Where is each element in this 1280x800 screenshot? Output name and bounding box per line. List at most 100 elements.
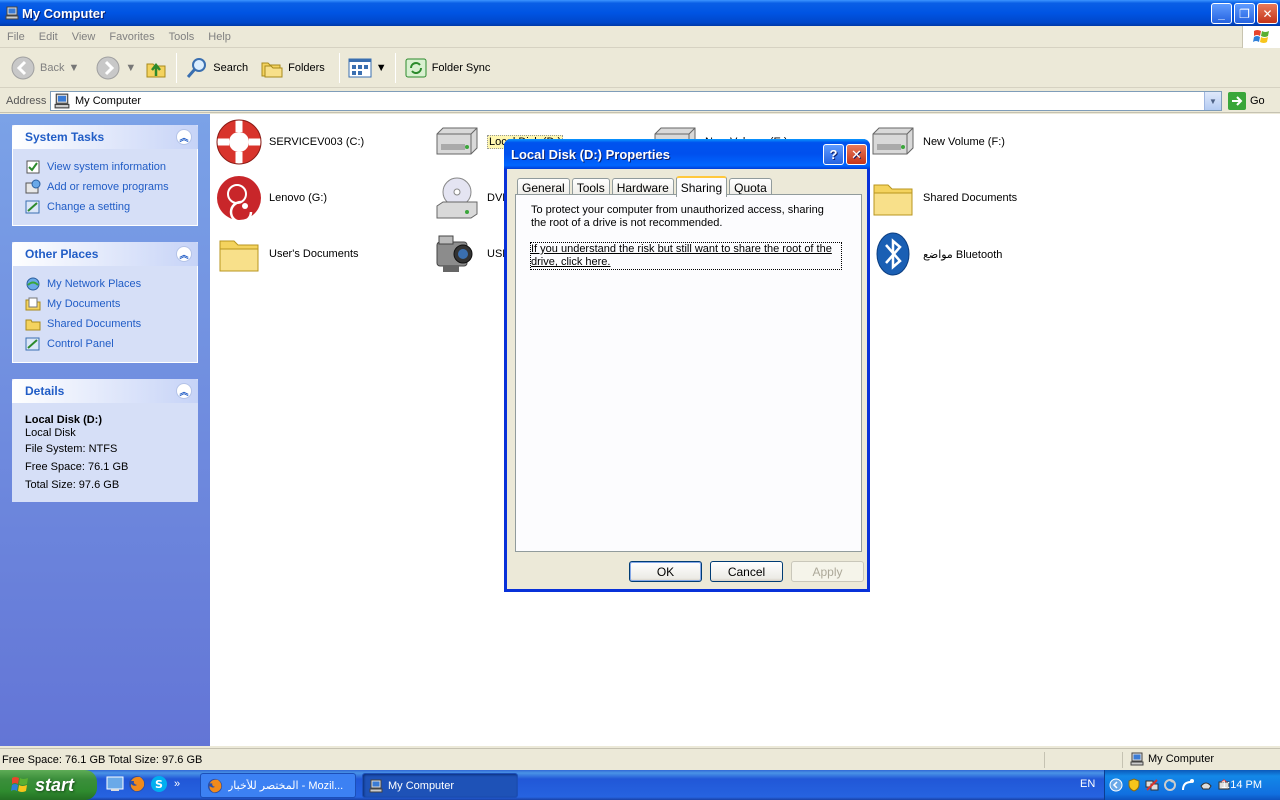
details-panel: Details ︽ Local Disk (D:) Local Disk Fil… bbox=[12, 379, 198, 502]
close-button[interactable]: ✕ bbox=[1257, 3, 1278, 24]
forward-dropdown-icon[interactable]: ▼ bbox=[125, 62, 136, 74]
back-label: Back bbox=[40, 61, 65, 74]
menu-edit[interactable]: Edit bbox=[32, 31, 65, 43]
hard-drive-icon bbox=[872, 127, 914, 155]
other-places-header[interactable]: Other Places ︽ bbox=[12, 242, 198, 266]
menu-tools[interactable]: Tools bbox=[162, 31, 202, 43]
my-computer-icon bbox=[369, 779, 383, 792]
satellite-icon[interactable] bbox=[1181, 778, 1195, 792]
menu-help[interactable]: Help bbox=[201, 31, 238, 43]
taskbar-task-firefox[interactable]: المختصر للأخبار - Mozil... bbox=[200, 773, 356, 798]
place-my-network-places[interactable]: My Network Places bbox=[25, 274, 185, 294]
language-indicator[interactable]: EN bbox=[1080, 778, 1095, 790]
tab-sharing[interactable]: Sharing bbox=[675, 176, 728, 197]
ok-button[interactable]: OK bbox=[629, 561, 702, 582]
window-title: My Computer bbox=[22, 5, 106, 21]
collapse-chevron-icon[interactable]: ︽ bbox=[176, 129, 192, 145]
search-icon bbox=[187, 57, 207, 78]
search-button[interactable]: Search bbox=[181, 51, 252, 85]
drive-item-f[interactable]: New Volume (F:) bbox=[868, 117, 1005, 167]
bluetooth-item[interactable]: مواضع Bluetooth bbox=[868, 229, 1002, 279]
back-dropdown-icon[interactable]: ▼ bbox=[68, 62, 79, 74]
folder-item-shared-documents[interactable]: Shared Documents bbox=[868, 173, 1017, 223]
quick-launch-overflow-icon[interactable]: » bbox=[174, 778, 180, 790]
phone-icon[interactable] bbox=[1199, 778, 1213, 792]
menu-favorites[interactable]: Favorites bbox=[102, 31, 161, 43]
cd-drive-icon bbox=[217, 176, 261, 222]
details-header[interactable]: Details ︽ bbox=[12, 379, 198, 403]
taskbar-task-my-computer[interactable]: My Computer bbox=[362, 773, 518, 798]
menu-view[interactable]: View bbox=[65, 31, 103, 43]
menu-file[interactable]: File bbox=[0, 31, 32, 43]
add-remove-programs-icon bbox=[25, 179, 41, 194]
drive-item-dvd[interactable]: DVD bbox=[432, 173, 510, 223]
maximize-button[interactable]: ❐ bbox=[1234, 3, 1255, 24]
dialog-title-bar[interactable]: Local Disk (D:) Properties ? ✕ bbox=[504, 139, 870, 169]
device-item-usb[interactable]: USB bbox=[432, 229, 510, 279]
windows-logo-icon bbox=[1242, 26, 1280, 48]
system-tasks-header[interactable]: System Tasks ︽ bbox=[12, 125, 198, 149]
menu-bar: File Edit View Favorites Tools Help bbox=[0, 26, 1280, 48]
show-desktop-icon[interactable] bbox=[106, 775, 124, 793]
folder-sync-label: Folder Sync bbox=[431, 61, 491, 74]
address-dropdown-icon[interactable]: ▼ bbox=[1204, 92, 1221, 110]
svg-text:S: S bbox=[155, 778, 163, 791]
views-dropdown-icon[interactable]: ▼ bbox=[376, 62, 387, 74]
folder-icon bbox=[873, 184, 913, 216]
place-label: My Network Places bbox=[47, 278, 142, 290]
status-bar: Free Space: 76.1 GB Total Size: 97.6 GB … bbox=[0, 748, 1280, 770]
folders-button[interactable]: Folders bbox=[256, 51, 329, 85]
skype-icon[interactable]: S bbox=[150, 775, 168, 793]
system-clock[interactable]: 1:14 PM bbox=[1221, 779, 1262, 791]
place-control-panel[interactable]: Control Panel bbox=[25, 334, 185, 354]
help-button[interactable]: ? bbox=[823, 144, 844, 165]
place-shared-documents[interactable]: Shared Documents bbox=[25, 314, 185, 334]
address-bar: Address My Computer ▼ Go bbox=[0, 89, 1280, 113]
task-link-label: Change a setting bbox=[47, 201, 131, 213]
tray-expand-icon[interactable] bbox=[1109, 778, 1123, 792]
task-view-system-info[interactable]: View system information bbox=[25, 157, 185, 177]
place-label: Control Panel bbox=[47, 338, 114, 350]
network-icon[interactable] bbox=[1145, 778, 1159, 792]
toolbar-separator bbox=[176, 52, 178, 83]
forward-arrow-icon bbox=[96, 56, 120, 79]
task-change-setting[interactable]: Change a setting bbox=[25, 197, 185, 217]
go-button[interactable]: Go bbox=[1228, 92, 1265, 110]
collapse-chevron-icon[interactable]: ︽ bbox=[176, 246, 192, 262]
views-button[interactable]: ▼ bbox=[344, 51, 391, 85]
cancel-button[interactable]: Cancel bbox=[710, 561, 783, 582]
folders-label: Folders bbox=[288, 61, 325, 74]
dialog-close-button[interactable]: ✕ bbox=[846, 144, 867, 165]
control-panel-icon bbox=[25, 337, 40, 351]
firefox-icon[interactable] bbox=[128, 775, 146, 793]
dialog-tabs: General Tools Hardware Sharing Quota bbox=[517, 176, 774, 197]
folder-sync-icon bbox=[405, 58, 427, 77]
start-label: start bbox=[35, 774, 75, 795]
share-root-link[interactable]: If you understand the risk but still wan… bbox=[530, 242, 842, 270]
toolbar: Back ▼ ▼ Search Folders ▼ Folder Sync bbox=[0, 48, 1280, 88]
window-title-bar[interactable]: My Computer _ ❐ ✕ bbox=[0, 0, 1280, 26]
up-button[interactable] bbox=[140, 51, 172, 85]
start-button[interactable]: start bbox=[0, 770, 97, 800]
dialog-title: Local Disk (D:) Properties bbox=[511, 146, 670, 162]
forward-button[interactable]: ▼ bbox=[91, 51, 140, 85]
place-my-documents[interactable]: My Documents bbox=[25, 294, 185, 314]
collapse-chevron-icon[interactable]: ︽ bbox=[176, 383, 192, 399]
my-computer-icon bbox=[1130, 752, 1144, 766]
apply-button[interactable]: Apply bbox=[791, 561, 864, 582]
sync-icon[interactable] bbox=[1163, 778, 1177, 792]
security-shield-icon[interactable] bbox=[1127, 778, 1141, 792]
folder-icon bbox=[219, 240, 259, 272]
drive-item-g[interactable]: Lenovo (G:) bbox=[214, 173, 327, 223]
bluetooth-icon bbox=[876, 232, 910, 276]
folder-sync-button[interactable]: Folder Sync bbox=[400, 51, 495, 85]
quick-launch: S » bbox=[106, 775, 180, 793]
system-info-icon bbox=[26, 160, 40, 174]
back-button[interactable]: Back ▼ bbox=[6, 51, 83, 85]
folder-item-users-documents[interactable]: User's Documents bbox=[214, 229, 359, 279]
drive-item-c[interactable]: SERVICEV003 (C:) bbox=[214, 117, 364, 167]
camcorder-icon bbox=[436, 235, 473, 272]
address-input[interactable]: My Computer ▼ bbox=[50, 91, 1222, 111]
task-add-remove-programs[interactable]: Add or remove programs bbox=[25, 177, 185, 197]
minimize-button[interactable]: _ bbox=[1211, 3, 1232, 24]
